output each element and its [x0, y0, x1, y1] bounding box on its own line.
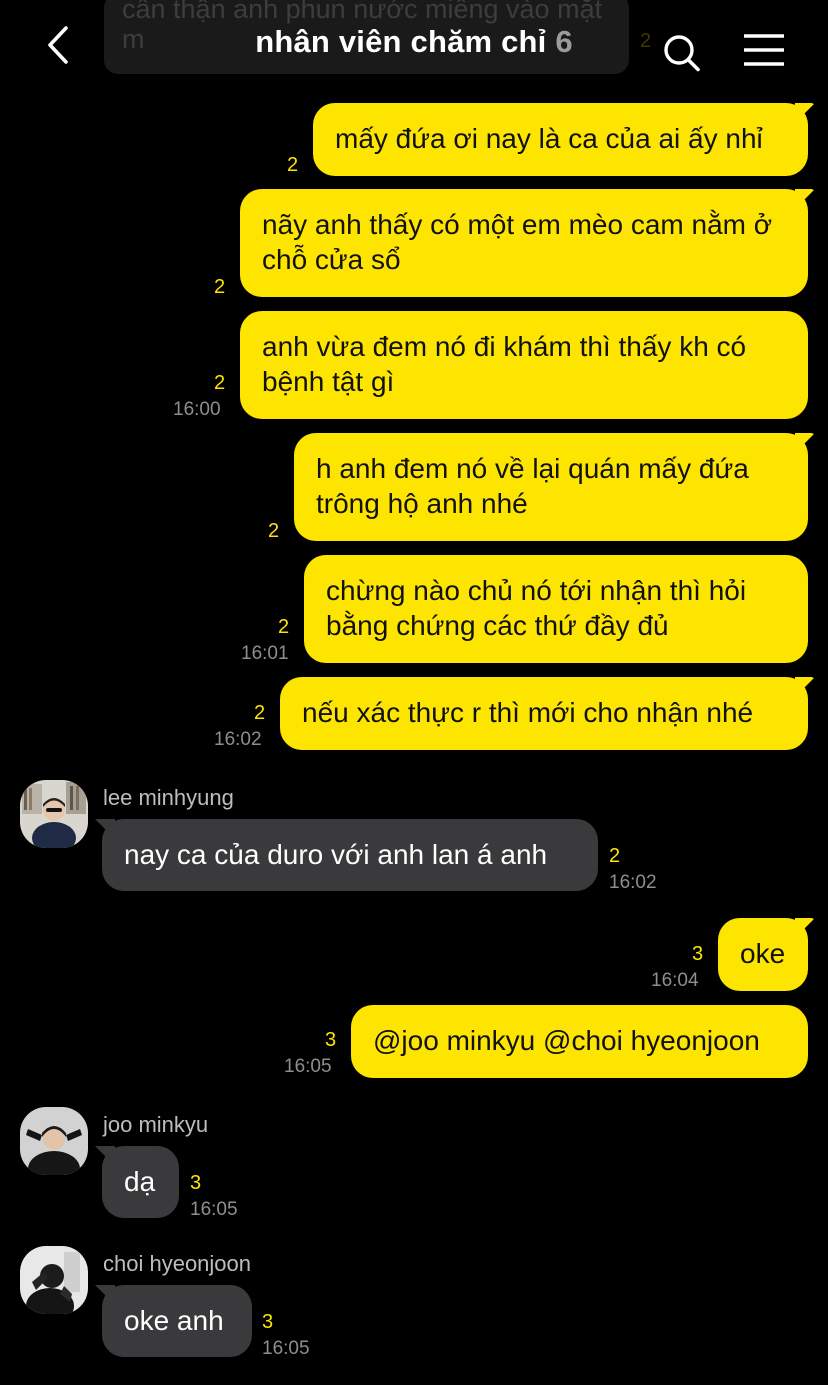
message-time: 16:01 — [241, 643, 289, 664]
unread-count: 3 — [262, 1311, 274, 1333]
outgoing-message[interactable]: nếu xác thực r thì mới cho nhận nhé — [280, 677, 808, 750]
unread-count: 3 — [325, 1029, 337, 1051]
message-time: 16:05 — [262, 1338, 310, 1359]
unread-count: 2 — [214, 276, 226, 298]
chat-title-text: nhân viên chăm chỉ — [255, 24, 547, 59]
message-text: nãy anh thấy có một em mèo cam nằm ở chỗ… — [262, 209, 773, 275]
menu-button[interactable] — [742, 32, 786, 68]
sender-name: joo minkyu — [103, 1112, 209, 1137]
message-text: h anh đem nó về lại quán mấy đứa trông h… — [316, 453, 749, 519]
outgoing-message[interactable]: nãy anh thấy có một em mèo cam nằm ở chỗ… — [240, 189, 808, 297]
incoming-message[interactable]: dạ — [102, 1146, 179, 1218]
message-time: 16:04 — [651, 970, 699, 991]
outgoing-message[interactable]: @joo minkyu @choi hyeonjoon — [351, 1005, 808, 1078]
message-text: oke — [740, 938, 786, 969]
sender-name: lee minhyung — [103, 785, 234, 810]
message-text: nay ca của duro với anh lan á anh — [124, 839, 548, 870]
unread-count: 3 — [692, 943, 704, 965]
search-button[interactable] — [660, 32, 704, 76]
avatar-lee-minhyung[interactable] — [20, 780, 88, 848]
unread-count: 3 — [190, 1172, 202, 1194]
avatar-choi-hyeonjoon[interactable] — [20, 1246, 88, 1314]
unread-count: 2 — [268, 520, 280, 542]
message-time: 16:02 — [609, 872, 657, 893]
message-text: oke anh — [124, 1305, 224, 1336]
message-text: dạ — [124, 1166, 156, 1197]
message-text: chừng nào chủ nó tới nhận thì hỏi bằng c… — [326, 575, 747, 641]
message-time: 16:05 — [190, 1199, 238, 1220]
member-count: 6 — [555, 24, 573, 59]
unread-count: 2 — [287, 154, 299, 176]
message-text: @joo minkyu @choi hyeonjoon — [373, 1025, 760, 1056]
message-time: 16:05 — [284, 1056, 332, 1077]
message-text: nếu xác thực r thì mới cho nhận nhé — [302, 697, 754, 728]
message-text: mấy đứa ơi nay là ca của ai ấy nhỉ — [335, 123, 763, 154]
message-time: 16:02 — [214, 729, 262, 750]
search-icon — [664, 35, 700, 72]
outgoing-message[interactable]: anh vừa đem nó đi khám thì thấy kh có bệ… — [240, 311, 808, 419]
unread-count: 2 — [214, 372, 226, 394]
outgoing-message[interactable]: mấy đứa ơi nay là ca của ai ấy nhỉ — [313, 103, 808, 176]
unread-count: 2 — [609, 845, 621, 867]
sender-name: choi hyeonjoon — [103, 1251, 252, 1276]
incoming-message[interactable]: oke anh — [102, 1285, 252, 1357]
unread-count: 2 — [278, 616, 290, 638]
unread-count: 2 — [254, 702, 266, 724]
outgoing-message[interactable]: chừng nào chủ nó tới nhận thì hỏi bằng c… — [304, 555, 808, 663]
hamburger-menu-icon — [744, 34, 784, 66]
message-time: 16:00 — [173, 399, 221, 420]
incoming-message[interactable]: nay ca của duro với anh lan á anh — [102, 819, 598, 891]
avatar-joo-minkyu[interactable] — [20, 1107, 88, 1175]
outgoing-message[interactable]: oke — [718, 918, 808, 991]
message-text: anh vừa đem nó đi khám thì thấy kh có bệ… — [262, 331, 747, 397]
outgoing-message[interactable]: h anh đem nó về lại quán mấy đứa trông h… — [294, 433, 808, 541]
